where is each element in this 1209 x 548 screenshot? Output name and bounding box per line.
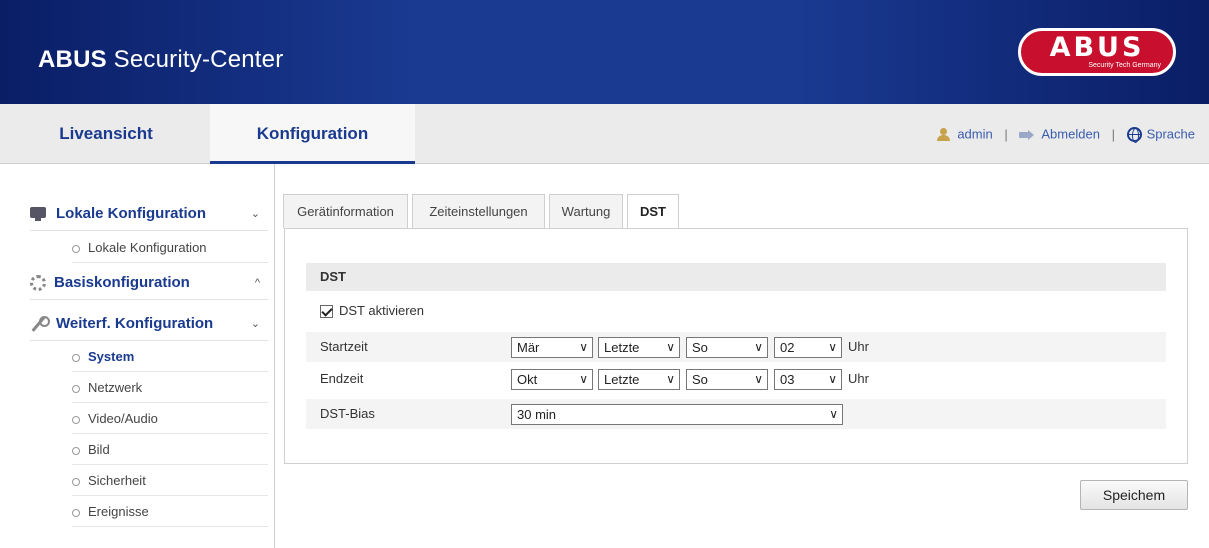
sidebar-item-label: Bild <box>88 442 110 457</box>
chevron-up-icon: ^ <box>254 277 260 289</box>
sidebar-item-sicherheit[interactable]: Sicherheit <box>72 465 268 496</box>
tab-geraetinformation[interactable]: Gerätinformation <box>283 194 408 228</box>
sidebar-group-label: Basiskonfiguration <box>54 274 190 291</box>
sidebar-item-ereignisse[interactable]: Ereignisse <box>72 496 268 527</box>
tab-liveansicht[interactable]: Liveansicht <box>0 104 208 164</box>
chevron-down-icon: ∨ <box>754 340 763 354</box>
logout-link[interactable]: Abmelden <box>1041 127 1100 142</box>
end-day-select[interactable]: So ∨ <box>686 369 768 390</box>
sidebar-group-label: Weiterf. Konfiguration <box>56 315 214 332</box>
globe-icon <box>1126 127 1142 144</box>
sidebar-item-video-audio[interactable]: Video/Audio <box>72 403 268 434</box>
sidebar: Lokale Konfiguration ⌄ Lokale Konfigurat… <box>0 164 275 548</box>
logo-brand: ABUS <box>1049 32 1145 63</box>
chevron-down-icon: ⌄ <box>250 208 260 220</box>
start-day-select[interactable]: So ∨ <box>686 337 768 358</box>
end-unit: Uhr <box>848 371 869 386</box>
sidebar-item-label: System <box>88 349 135 364</box>
abus-logo: ABUS Security Tech Germany <box>1018 28 1176 76</box>
section-title: DST <box>306 263 1166 291</box>
dst-enable-row: DST aktivieren <box>306 301 424 321</box>
tab-konfiguration[interactable]: Konfiguration <box>210 104 415 164</box>
end-hour-select[interactable]: 03 ∨ <box>774 369 842 390</box>
chevron-down-icon: ∨ <box>828 372 837 386</box>
end-time-row: Endzeit Okt ∨ Letzte ∨ So ∨ 03 ∨ Uhr <box>306 364 1166 394</box>
tab-zeiteinstellungen[interactable]: Zeiteinstellungen <box>412 194 545 228</box>
bullet-icon <box>72 508 80 517</box>
user-name[interactable]: admin <box>957 127 992 142</box>
start-hour-select[interactable]: 02 ∨ <box>774 337 842 358</box>
end-time-label: Endzeit <box>320 371 364 386</box>
bullet-icon <box>72 477 80 486</box>
sidebar-group-label: Lokale Konfiguration <box>56 205 206 222</box>
bullet-icon <box>72 415 80 424</box>
wrench-icon <box>30 316 50 332</box>
start-time-row: Startzeit Mär ∨ Letzte ∨ So ∨ 02 ∨ Uhr <box>306 332 1166 362</box>
user-icon <box>937 127 951 142</box>
chevron-down-icon: ∨ <box>754 372 763 386</box>
dst-bias-select[interactable]: 30 min ∨ <box>511 404 843 425</box>
logo-tagline: Security Tech Germany <box>1088 62 1161 69</box>
bullet-icon <box>72 446 80 455</box>
start-unit: Uhr <box>848 339 869 354</box>
bullet-icon <box>72 384 80 393</box>
sidebar-item-bild[interactable]: Bild <box>72 434 268 465</box>
dst-enable-label: DST aktivieren <box>339 303 425 318</box>
separator: | <box>1111 126 1115 142</box>
chevron-down-icon: ∨ <box>579 372 588 386</box>
start-time-label: Startzeit <box>320 339 368 354</box>
sidebar-group-basiskonfiguration[interactable]: Basiskonfiguration ^ <box>30 266 268 300</box>
start-week-select[interactable]: Letzte ∨ <box>598 337 680 358</box>
tab-dst[interactable]: DST <box>627 194 679 229</box>
bullet-icon <box>72 353 80 362</box>
separator: | <box>1004 126 1008 142</box>
monitor-icon <box>30 206 48 222</box>
sidebar-group-lokale-konfiguration[interactable]: Lokale Konfiguration ⌄ <box>30 197 268 231</box>
chevron-down-icon: ∨ <box>666 372 675 386</box>
sidebar-item-system[interactable]: System <box>72 341 268 372</box>
end-month-select[interactable]: Okt ∨ <box>511 369 593 390</box>
chevron-down-icon: ∨ <box>828 340 837 354</box>
dst-bias-row: DST-Bias 30 min ∨ <box>306 399 1166 429</box>
app-header: ABUS Security-Center ABUS Security Tech … <box>0 0 1209 104</box>
dst-enable-checkbox[interactable] <box>320 305 333 319</box>
logout-icon <box>1019 129 1035 140</box>
top-navigation: Liveansicht Konfiguration admin | Abmeld… <box>0 104 1209 164</box>
language-link[interactable]: Sprache <box>1147 127 1195 142</box>
tab-wartung[interactable]: Wartung <box>549 194 623 228</box>
sidebar-group-weiterf-konfiguration[interactable]: Weiterf. Konfiguration ⌄ <box>30 307 268 341</box>
dst-panel: DST DST aktivieren Startzeit Mär ∨ Letzte… <box>284 228 1188 464</box>
bullet-icon <box>72 244 80 253</box>
sidebar-item-lokale-konfiguration[interactable]: Lokale Konfiguration <box>72 232 268 263</box>
sidebar-item-label: Sicherheit <box>88 473 146 488</box>
chevron-down-icon: ∨ <box>829 407 838 421</box>
sidebar-item-label: Lokale Konfiguration <box>88 240 207 255</box>
sidebar-item-netzwerk[interactable]: Netzwerk <box>72 372 268 403</box>
chevron-down-icon: ∨ <box>579 340 588 354</box>
sidebar-item-label: Video/Audio <box>88 411 158 426</box>
sidebar-item-label: Netzwerk <box>88 380 143 395</box>
chevron-down-icon: ∨ <box>666 340 675 354</box>
end-week-select[interactable]: Letzte ∨ <box>598 369 680 390</box>
start-month-select[interactable]: Mär ∨ <box>511 337 593 358</box>
sidebar-item-label: Ereignisse <box>88 504 149 519</box>
gear-icon <box>30 275 46 292</box>
dst-bias-label: DST-Bias <box>320 406 375 421</box>
app-title: ABUS Security-Center <box>38 46 284 73</box>
save-button[interactable]: Speichem <box>1080 480 1188 510</box>
chevron-down-icon: ⌄ <box>250 318 260 330</box>
user-menu: admin | Abmelden | Sprache <box>937 104 1195 164</box>
